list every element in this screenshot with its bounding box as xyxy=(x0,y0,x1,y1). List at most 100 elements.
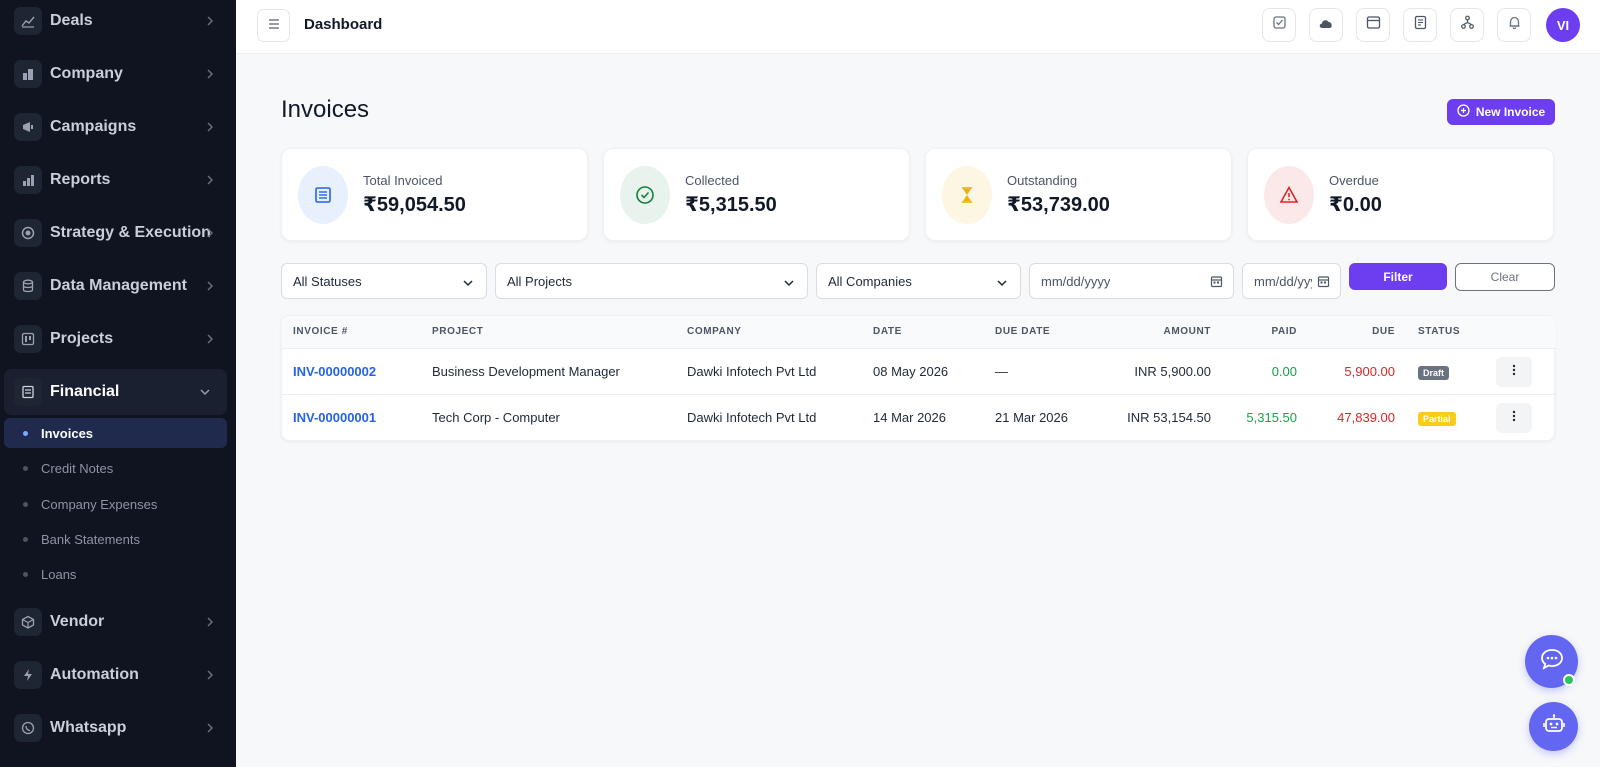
sidebar-item-label: Reports xyxy=(50,171,111,188)
chevron-right-icon xyxy=(204,121,216,133)
kebab-menu-icon xyxy=(1512,409,1516,427)
invoices-table: INVOICE # PROJECT COMPANY DATE DUE DATE … xyxy=(281,315,1556,441)
sidebar-subitem-label: Bank Statements xyxy=(41,531,140,547)
sidebar-item-projects[interactable]: Projects xyxy=(0,316,236,362)
amount-cell: INR 53,154.50 xyxy=(1127,410,1211,425)
bullet-dot xyxy=(23,465,28,471)
invoice-number-link[interactable]: INV-00000001 xyxy=(293,410,376,425)
bullet-dot xyxy=(23,430,28,436)
due-date-cell: 21 Mar 2026 xyxy=(995,410,1068,425)
column-header-invoice[interactable]: INVOICE # xyxy=(293,326,348,337)
sidebar-subitem-company-expenses[interactable]: Company Expenses xyxy=(4,489,227,519)
warning-triangle-icon xyxy=(1264,166,1314,224)
chart-line-icon xyxy=(14,7,42,35)
chevron-right-icon xyxy=(204,669,216,681)
sidebar-item-label: Company xyxy=(50,65,123,82)
sidebar: Deals Company Campaigns Reports Strategy… xyxy=(0,0,236,767)
kanban-icon xyxy=(14,325,42,353)
sidebar-item-whatsapp[interactable]: Whatsapp xyxy=(0,705,236,751)
column-header-paid[interactable]: PAID xyxy=(1262,326,1297,337)
row-actions-button[interactable] xyxy=(1496,357,1532,387)
user-avatar[interactable]: VI xyxy=(1546,8,1580,42)
column-header-date[interactable]: DATE xyxy=(873,326,902,337)
org-chart-button[interactable] xyxy=(1450,8,1484,42)
calendar-icon[interactable] xyxy=(1210,275,1223,288)
column-header-amount[interactable]: AMOUNT xyxy=(1162,326,1211,337)
sidebar-subitem-label: Credit Notes xyxy=(41,460,114,476)
paid-cell: 0.00 xyxy=(1271,364,1297,379)
sidebar-item-label: Projects xyxy=(50,330,114,347)
notes-button[interactable] xyxy=(1403,8,1437,42)
kebab-menu-icon xyxy=(1512,363,1516,381)
company-select-value: All Companies xyxy=(828,274,912,289)
project-select[interactable]: All Projects xyxy=(495,263,808,299)
company-cell: Dawki Infotech Pvt Ltd xyxy=(687,364,817,379)
sidebar-subitem-credit-notes[interactable]: Credit Notes xyxy=(4,453,227,483)
sidebar-item-reports[interactable]: Reports xyxy=(0,157,236,203)
calendar-window-icon xyxy=(1366,15,1381,35)
sidebar-item-deals[interactable]: Deals xyxy=(0,0,236,44)
sidebar-item-data-management[interactable]: Data Management xyxy=(0,263,236,309)
stat-value: ₹53,739.00 xyxy=(1007,194,1110,216)
bell-icon xyxy=(1507,15,1522,35)
new-invoice-button[interactable]: New Invoice xyxy=(1447,99,1555,125)
chevron-down-icon xyxy=(462,276,474,288)
clear-button[interactable]: Clear xyxy=(1455,263,1555,291)
bar-chart-icon xyxy=(14,166,42,194)
date-to-input[interactable]: mm/dd/yyyy xyxy=(1242,263,1341,299)
stat-card-overdue: Overdue ₹0.00 xyxy=(1247,148,1554,241)
amount-cell: INR 5,900.00 xyxy=(1134,364,1211,379)
bullet-dot xyxy=(23,501,28,507)
topbar: Dashboard VI xyxy=(236,0,1600,54)
sidebar-subitem-invoices[interactable]: Invoices xyxy=(4,418,227,448)
chevron-right-icon xyxy=(204,280,216,292)
column-header-project[interactable]: PROJECT xyxy=(432,326,483,337)
sidebar-item-label: Automation xyxy=(50,666,139,683)
stat-label: Overdue xyxy=(1329,173,1379,188)
new-invoice-label: New Invoice xyxy=(1475,105,1546,119)
column-header-due[interactable]: DUE xyxy=(1362,326,1395,337)
cloud-icon xyxy=(1318,16,1334,34)
tasks-button[interactable] xyxy=(1262,8,1296,42)
project-cell: Tech Corp - Computer xyxy=(432,410,560,425)
date-from-input[interactable]: mm/dd/yyyy xyxy=(1029,263,1234,299)
chat-bubble-icon xyxy=(1540,648,1564,675)
sidebar-subitem-bank-statements[interactable]: Bank Statements xyxy=(4,524,227,554)
cloud-button[interactable] xyxy=(1309,8,1343,42)
sidebar-subitem-loans[interactable]: Loans xyxy=(4,559,227,589)
invoice-number-link[interactable]: INV-00000002 xyxy=(293,364,376,379)
sidebar-item-label: Strategy & Execution xyxy=(50,224,211,241)
sidebar-item-campaigns[interactable]: Campaigns xyxy=(0,104,236,150)
status-badge: Partial xyxy=(1418,412,1456,426)
stat-card-total-invoiced: Total Invoiced ₹59,054.50 xyxy=(281,148,588,241)
column-header-company[interactable]: COMPANY xyxy=(687,326,742,337)
receipt-icon xyxy=(14,378,42,406)
due-cell: 5,900.00 xyxy=(1344,364,1395,379)
date-to-placeholder: mm/dd/yyyy xyxy=(1254,274,1312,289)
status-select[interactable]: All Statuses xyxy=(281,263,487,299)
sidebar-item-vendor[interactable]: Vendor xyxy=(0,599,236,645)
table-row[interactable]: INV-00000001 Tech Corp - Computer Dawki … xyxy=(282,395,1556,441)
stat-value: ₹59,054.50 xyxy=(363,194,466,216)
chevron-down-icon xyxy=(996,276,1008,288)
sidebar-item-automation[interactable]: Automation xyxy=(0,652,236,698)
date-cell: 14 Mar 2026 xyxy=(873,410,946,425)
menu-toggle-button[interactable] xyxy=(257,9,290,42)
table-row[interactable]: INV-00000002 Business Development Manage… xyxy=(282,349,1556,395)
column-header-due-date[interactable]: DUE DATE xyxy=(995,326,1050,337)
sidebar-item-financial[interactable]: Financial xyxy=(4,369,227,415)
row-actions-button[interactable] xyxy=(1496,403,1532,433)
filter-button[interactable]: Filter xyxy=(1349,263,1447,290)
chevron-right-icon xyxy=(204,722,216,734)
sidebar-item-strategy[interactable]: Strategy & Execution xyxy=(0,210,236,256)
notifications-button[interactable] xyxy=(1497,8,1531,42)
sidebar-item-company[interactable]: Company xyxy=(0,51,236,97)
stat-card-collected: Collected ₹5,315.50 xyxy=(603,148,910,241)
hourglass-icon xyxy=(942,166,992,224)
target-icon xyxy=(14,219,42,247)
company-select[interactable]: All Companies xyxy=(816,263,1021,299)
project-select-value: All Projects xyxy=(507,274,573,289)
calendar-icon[interactable] xyxy=(1317,275,1330,288)
ai-assistant-button[interactable] xyxy=(1529,702,1578,751)
calendar-button[interactable] xyxy=(1356,8,1390,42)
